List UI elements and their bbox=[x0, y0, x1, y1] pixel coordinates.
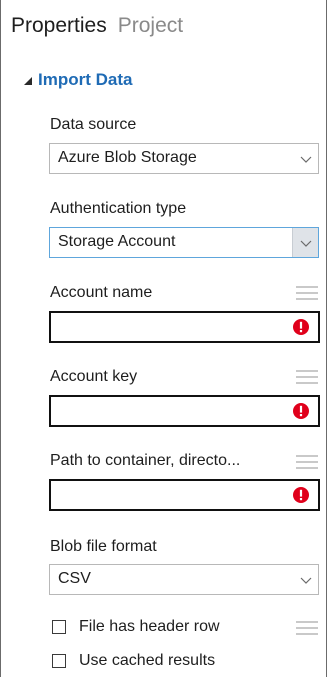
account-key-input[interactable] bbox=[49, 395, 320, 427]
data-source-label: Data source bbox=[50, 116, 137, 133]
cached-results-checkbox-row[interactable]: Use cached results bbox=[52, 652, 215, 670]
authentication-type-select[interactable]: Storage Account bbox=[49, 227, 319, 258]
blob-file-format-label: Blob file format bbox=[50, 538, 157, 555]
account-name-label: Account name bbox=[50, 284, 153, 301]
authentication-type-label: Authentication type bbox=[50, 200, 187, 217]
blob-file-format-select[interactable]: CSV bbox=[49, 564, 319, 595]
account-key-menu-icon[interactable] bbox=[296, 370, 318, 386]
error-icon bbox=[293, 319, 309, 335]
header-row-checkbox[interactable] bbox=[52, 620, 66, 634]
error-icon bbox=[293, 487, 309, 503]
chevron-down-icon bbox=[300, 156, 312, 163]
data-source-value: Azure Blob Storage bbox=[58, 149, 197, 166]
cached-results-label: Use cached results bbox=[79, 652, 216, 669]
chevron-down-icon bbox=[300, 577, 312, 584]
authentication-type-value: Storage Account bbox=[58, 233, 176, 250]
account-name-input[interactable] bbox=[49, 311, 320, 343]
collapse-triangle-icon bbox=[23, 75, 33, 85]
account-name-menu-icon[interactable] bbox=[296, 286, 318, 302]
header-row-checkbox-row[interactable]: File has header row bbox=[52, 618, 220, 636]
section-title: Import Data bbox=[38, 70, 133, 89]
header-row-label: File has header row bbox=[79, 618, 220, 635]
chevron-down-icon bbox=[300, 240, 312, 247]
account-key-label: Account key bbox=[50, 368, 138, 385]
data-source-select[interactable]: Azure Blob Storage bbox=[49, 143, 319, 174]
blob-file-format-value: CSV bbox=[58, 570, 91, 587]
path-label: Path to container, directo... bbox=[50, 452, 241, 469]
path-menu-icon[interactable] bbox=[296, 455, 318, 471]
properties-panel: Properties Project Import Data Data sour… bbox=[0, 0, 327, 677]
tab-project[interactable]: Project bbox=[118, 14, 183, 38]
cached-results-checkbox[interactable] bbox=[52, 654, 66, 668]
panel-tabs: Properties Project bbox=[11, 14, 194, 48]
section-header-import-data[interactable]: Import Data bbox=[23, 70, 132, 90]
header-row-menu-icon[interactable] bbox=[296, 621, 318, 637]
path-input[interactable] bbox=[49, 479, 320, 511]
tab-properties[interactable]: Properties bbox=[11, 14, 107, 38]
error-icon bbox=[293, 403, 309, 419]
